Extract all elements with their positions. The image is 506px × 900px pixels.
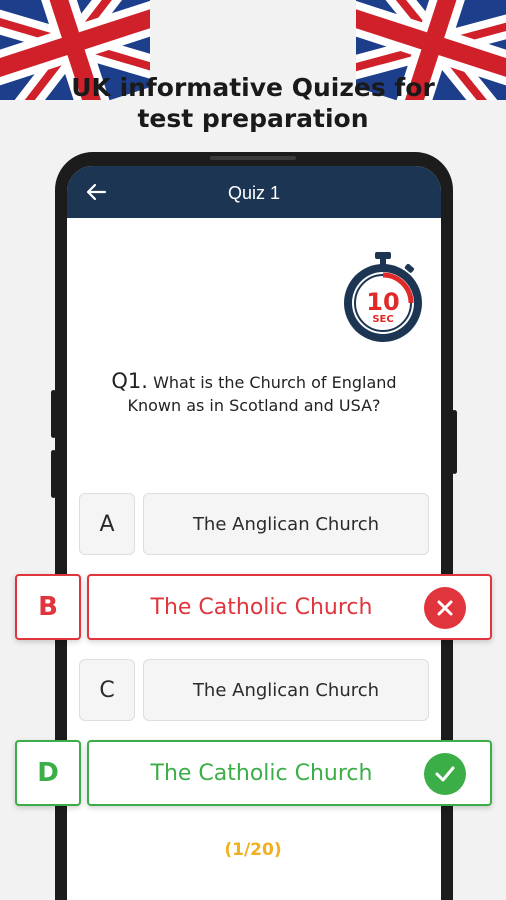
option-b-answer[interactable]: The Catholic Church (87, 574, 492, 640)
option-d-answer[interactable]: The Catholic Church (87, 740, 492, 806)
question-number: Q1. (111, 369, 148, 393)
option-label: The Catholic Church (150, 594, 373, 620)
app-bar: Quiz 1 (67, 166, 441, 218)
phone-side-button-left-2 (51, 450, 56, 498)
promo-title: UK informative Quizes for test preparati… (0, 72, 506, 134)
stopwatch-icon: 10 SEC (344, 252, 422, 342)
check-icon (424, 753, 466, 795)
question-counter: (1/20) (224, 840, 282, 860)
option-letter: D (37, 758, 59, 788)
promo-title-line1: UK informative Quizes for (71, 73, 435, 102)
phone-side-button-left (51, 390, 56, 438)
phone-side-button-right (452, 410, 457, 474)
page-title: Quiz 1 (227, 183, 281, 203)
option-d-letter[interactable]: D (15, 740, 81, 806)
option-letter: B (38, 592, 58, 622)
promo-title-line2: test preparation (137, 104, 369, 133)
option-c-answer[interactable]: The Anglican Church (143, 659, 429, 721)
option-a-answer[interactable]: The Anglican Church (143, 493, 429, 555)
option-label: The Anglican Church (192, 679, 380, 701)
timer-value: 10 (366, 288, 399, 316)
option-letter: C (99, 677, 115, 703)
option-c-letter[interactable]: C (79, 659, 135, 721)
timer-unit: SEC (372, 314, 393, 325)
option-letter: A (99, 511, 115, 537)
option-label: The Catholic Church (150, 760, 373, 786)
close-icon (424, 587, 466, 629)
question: Q1. What is the Church of England Known … (87, 370, 421, 417)
option-label: The Anglican Church (192, 513, 380, 535)
question-text: What is the Church of England Known as i… (127, 373, 397, 415)
phone-speaker (210, 156, 296, 160)
option-a-letter[interactable]: A (79, 493, 135, 555)
option-b-letter[interactable]: B (15, 574, 81, 640)
timer: 10 SEC (341, 252, 425, 344)
